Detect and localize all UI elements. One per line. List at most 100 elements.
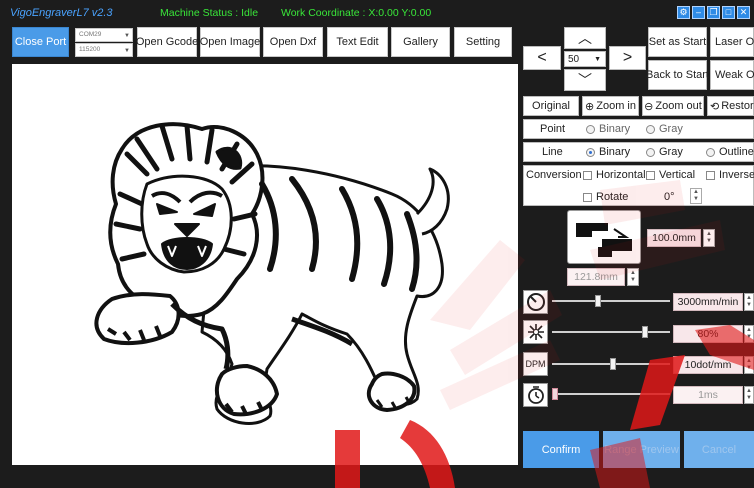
conversion-label: Conversion (526, 169, 582, 181)
weak-on-button[interactable]: Weak On (710, 60, 754, 90)
line-gray-radio[interactable]: Gray (646, 146, 683, 158)
point-mode-row: Point Binary Gray (523, 119, 754, 139)
chevron-down-icon: ▼ (124, 48, 130, 54)
radio-icon (706, 147, 715, 157)
point-label: Point (540, 123, 566, 135)
power-slider-track[interactable] (552, 331, 670, 333)
zoom-out-label: Zoom out (655, 100, 702, 112)
jog-left-button[interactable]: < (523, 46, 561, 70)
width-value[interactable]: 100.0mm (647, 229, 701, 247)
setting-button[interactable]: Setting (454, 27, 512, 57)
dpm-spinner[interactable]: ▲ ▼ (744, 356, 754, 374)
line-label: Line (542, 146, 563, 158)
port-select[interactable]: COM29 ▼ (75, 28, 133, 42)
line-binary-label: Binary (599, 146, 631, 158)
step-select[interactable]: 50 ▼ (564, 51, 606, 67)
dpm-value[interactable]: 10dot/mm (673, 356, 743, 374)
checkbox-icon (706, 170, 715, 180)
power-slider-thumb[interactable] (641, 326, 648, 338)
speed-slider-thumb[interactable] (594, 295, 601, 307)
zoom-in-button[interactable]: ⊕ Zoom in (582, 96, 639, 116)
jog-up-button[interactable]: ︿ (564, 27, 606, 49)
rotate-label: Rotate (596, 191, 629, 203)
radio-icon (646, 147, 655, 157)
jog-down-button[interactable]: ﹀ (564, 69, 606, 91)
width-spinner[interactable]: ▲ ▼ (703, 229, 715, 247)
chevron-down-icon: ▼ (124, 33, 130, 39)
maximize-button[interactable]: □ (722, 6, 735, 19)
point-gray-label: Gray (659, 123, 683, 135)
speed-slider-track[interactable] (552, 300, 670, 302)
baud-select[interactable]: 115200 ▼ (75, 43, 133, 57)
arrow-left-icon: < (537, 49, 547, 66)
point-binary-label: Binary (599, 123, 631, 135)
restore-icon: ⟲ (710, 100, 720, 113)
cancel-button[interactable]: Cancel (684, 431, 754, 468)
machine-status: Machine Status : Idle (160, 7, 259, 19)
radio-icon (646, 124, 655, 134)
speed-value[interactable]: 3000mm/min (673, 293, 743, 311)
port-value: COM29 (79, 31, 102, 38)
set-as-start-button[interactable]: Set as Start (648, 27, 707, 57)
step-value: 50 (568, 53, 580, 65)
zoom-out-button[interactable]: ⊖ Zoom out (642, 96, 704, 116)
rotate-checkbox[interactable]: Rotate (583, 191, 628, 203)
work-canvas[interactable] (12, 64, 518, 465)
lion-engraving-image[interactable] (12, 64, 518, 465)
delay-spinner[interactable]: ▲ ▼ (744, 386, 754, 404)
open-image-button[interactable]: Open Image (200, 27, 260, 57)
delay-timer-icon (523, 383, 548, 407)
original-button[interactable]: Original (523, 96, 579, 116)
line-outline-radio[interactable]: Outline (706, 146, 754, 158)
chevron-down-icon: ▼ (594, 55, 601, 63)
back-to-start-button[interactable]: Back to Start (646, 60, 709, 90)
speed-spinner[interactable]: ▲ ▼ (744, 293, 754, 311)
height-value[interactable]: 121.8mm (567, 268, 625, 286)
gallery-button[interactable]: Gallery (391, 27, 450, 57)
height-spinner[interactable]: ▲ ▼ (627, 268, 639, 286)
dpm-label: DPM (525, 359, 546, 369)
open-dxf-button[interactable]: Open Dxf (263, 27, 323, 57)
radio-selected-icon (586, 147, 595, 157)
laser-on-button[interactable]: Laser On (710, 27, 754, 57)
close-window-button[interactable]: ✕ (737, 6, 750, 19)
vertical-checkbox[interactable]: Vertical (646, 169, 695, 181)
restore-button[interactable]: ⟲Restore (707, 96, 754, 116)
point-gray-radio[interactable]: Gray (646, 123, 683, 135)
restore-window-button[interactable]: ❐ (707, 6, 720, 19)
restore-label: Restore (721, 100, 754, 112)
rotate-spinner[interactable]: ▲ ▼ (690, 188, 702, 204)
confirm-button[interactable]: Confirm (523, 431, 599, 468)
inverse-label: Inverse (719, 169, 754, 181)
line-binary-radio[interactable]: Binary (586, 146, 630, 158)
inverse-checkbox[interactable]: Inverse (706, 169, 754, 181)
laser-power-icon (523, 320, 548, 344)
close-port-button[interactable]: Close Port (12, 27, 69, 57)
arrow-down-icon: ﹀ (578, 72, 592, 88)
zoom-in-label: Zoom in (596, 100, 636, 112)
minimize-button[interactable]: – (692, 6, 705, 19)
point-binary-radio[interactable]: Binary (586, 123, 630, 135)
size-preview-icon (567, 210, 641, 264)
zoom-out-icon: ⊖ (644, 100, 654, 113)
arrow-right-icon: > (622, 49, 633, 66)
delay-slider-track[interactable] (552, 393, 670, 395)
zoom-in-icon: ⊕ (585, 100, 595, 113)
checkbox-icon (646, 170, 655, 180)
text-edit-button[interactable]: Text Edit (327, 27, 388, 57)
power-spinner[interactable]: ▲ ▼ (744, 325, 754, 343)
open-gcode-button[interactable]: Open Gcode (136, 27, 198, 57)
horizontal-checkbox[interactable]: Horizontal (583, 169, 646, 181)
jog-right-button[interactable]: > (609, 46, 646, 70)
vertical-label: Vertical (659, 169, 696, 181)
delay-value[interactable]: 1ms (673, 386, 743, 404)
arrow-up-icon: ︿ (578, 30, 592, 46)
power-value[interactable]: 80% (673, 325, 743, 343)
settings-icon[interactable]: ⚙ (677, 6, 690, 19)
line-outline-label: Outline (719, 146, 754, 158)
delay-slider-thumb[interactable] (552, 388, 558, 400)
dpm-slider-thumb[interactable] (610, 358, 617, 370)
line-gray-label: Gray (659, 146, 683, 158)
dpm-icon: DPM (523, 352, 548, 376)
range-preview-button[interactable]: Range Preview (603, 431, 680, 468)
